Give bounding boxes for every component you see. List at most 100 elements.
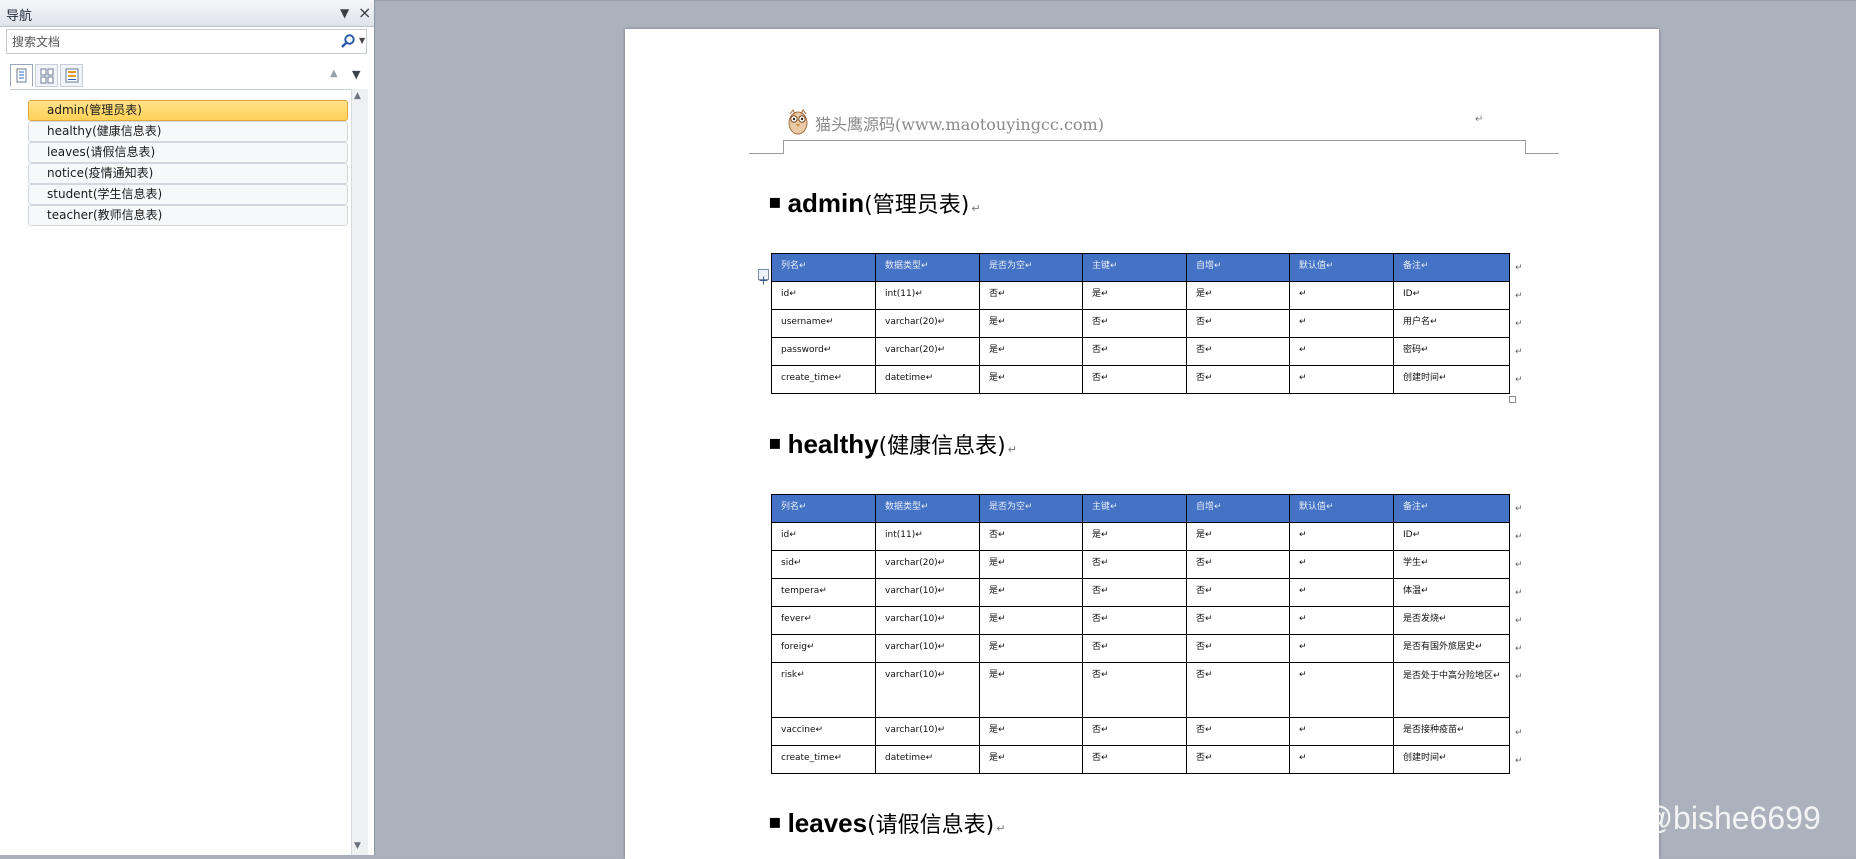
table-cell[interactable]: 是↵ [979, 662, 1083, 718]
table-cell[interactable]: int(11)↵ [875, 281, 980, 310]
table-cell[interactable]: 体温↵ [1393, 578, 1510, 607]
table-cell[interactable]: ↵ [1289, 550, 1394, 579]
table-cell[interactable]: 否↵ [1186, 606, 1290, 635]
table-cell[interactable]: 创建时间↵ [1393, 365, 1510, 394]
table-cell[interactable]: varchar(10)↵ [875, 662, 980, 718]
heading-item-notice[interactable]: notice(疫情通知表) [28, 163, 348, 184]
table-cell[interactable]: 是↵ [979, 550, 1083, 579]
table-cell[interactable]: 否↵ [1186, 634, 1290, 663]
table-cell[interactable]: 是↵ [979, 717, 1083, 746]
nav-scrollbar[interactable]: ▲ ▼ [351, 89, 368, 855]
search-box[interactable]: ▼ [6, 29, 367, 54]
healthy-table[interactable]: 列名↵ 数据类型↵ 是否为空↵ 主键↵ 自增↵ 默认值↵ 备注↵ id↵ int(… [771, 494, 1510, 774]
table-cell[interactable]: 否↵ [1082, 550, 1187, 579]
table-cell[interactable]: 学生↵ [1393, 550, 1510, 579]
table-cell[interactable]: ID↵ [1393, 281, 1510, 310]
table-cell[interactable]: varchar(10)↵ [875, 578, 980, 607]
column-header[interactable]: 默认值↵ [1289, 253, 1394, 282]
heading-item-healthy[interactable]: healthy(健康信息表) [28, 121, 348, 142]
table-cell[interactable]: 否↵ [1082, 309, 1187, 338]
section-heading-healthy[interactable]: ▪ healthy(健康信息表) ↵ [768, 428, 1017, 462]
table-cell[interactable]: ID↵ [1393, 522, 1510, 551]
next-heading-icon[interactable]: ▼ [352, 68, 360, 81]
table-cell[interactable]: ↵ [1289, 578, 1394, 607]
table-cell[interactable]: 是↵ [979, 578, 1083, 607]
column-header[interactable]: 主键↵ [1082, 494, 1187, 523]
column-header[interactable]: 默认值↵ [1289, 494, 1394, 523]
column-header[interactable]: 是否为空↵ [979, 253, 1083, 282]
table-cell[interactable]: 是↵ [979, 365, 1083, 394]
table-cell[interactable]: 否↵ [1082, 717, 1187, 746]
table-cell[interactable]: ↵ [1289, 365, 1394, 394]
table-cell[interactable]: ↵ [1289, 634, 1394, 663]
table-cell[interactable]: 是↵ [1082, 281, 1187, 310]
tab-pages[interactable] [35, 64, 58, 87]
table-cell[interactable]: 用户名↵ [1393, 309, 1510, 338]
table-resize-handle[interactable] [1509, 396, 1516, 403]
document-page[interactable]: 猫头鹰源码(www.maotouyingcc.com) ↵ ▪ admin(管理员… [625, 29, 1659, 859]
table-cell[interactable]: 是↵ [979, 606, 1083, 635]
section-heading-leaves[interactable]: ▪ leaves(请假信息表) ↵ [768, 807, 1005, 841]
table-cell[interactable]: 是否有国外旅居史↵ [1393, 634, 1510, 663]
table-cell[interactable]: ↵ [1289, 606, 1394, 635]
column-header[interactable]: 数据类型↵ [875, 494, 980, 523]
table-cell[interactable]: varchar(20)↵ [875, 309, 980, 338]
table-cell[interactable]: vaccine↵ [771, 717, 876, 746]
table-cell[interactable]: 否↵ [979, 522, 1083, 551]
table-cell[interactable]: 创建时间↵ [1393, 745, 1510, 774]
table-cell[interactable]: varchar(10)↵ [875, 606, 980, 635]
column-header[interactable]: 主键↵ [1082, 253, 1187, 282]
table-cell[interactable]: int(11)↵ [875, 522, 980, 551]
table-cell[interactable]: 否↵ [979, 281, 1083, 310]
table-cell[interactable]: password↵ [771, 337, 876, 366]
previous-heading-icon[interactable]: ▲ [330, 68, 338, 79]
table-cell[interactable]: 是否接种疫苗↵ [1393, 717, 1510, 746]
heading-item-student[interactable]: student(学生信息表) [28, 184, 348, 205]
scroll-down-icon[interactable]: ▼ [354, 841, 361, 851]
table-cell[interactable]: create_time↵ [771, 745, 876, 774]
table-cell[interactable]: sid↵ [771, 550, 876, 579]
table-cell[interactable]: 否↵ [1186, 745, 1290, 774]
table-cell[interactable]: username↵ [771, 309, 876, 338]
dropdown-triangle-icon[interactable]: ▼ [340, 6, 349, 20]
table-cell[interactable]: 否↵ [1082, 365, 1187, 394]
column-header[interactable]: 列名↵ [771, 494, 876, 523]
table-cell[interactable]: ↵ [1289, 745, 1394, 774]
table-cell[interactable]: ↵ [1289, 281, 1394, 310]
table-cell[interactable]: foreig↵ [771, 634, 876, 663]
table-cell[interactable]: id↵ [771, 522, 876, 551]
table-cell[interactable]: 密码↵ [1393, 337, 1510, 366]
table-cell[interactable]: ↵ [1289, 522, 1394, 551]
table-cell[interactable]: 是↵ [979, 634, 1083, 663]
table-cell[interactable]: ↵ [1289, 662, 1394, 718]
column-header[interactable]: 是否为空↵ [979, 494, 1083, 523]
table-cell[interactable]: 否↵ [1082, 662, 1187, 718]
table-cell[interactable]: tempera↵ [771, 578, 876, 607]
table-cell[interactable]: 否↵ [1082, 745, 1187, 774]
table-cell[interactable]: varchar(10)↵ [875, 717, 980, 746]
admin-table[interactable]: 列名↵ 数据类型↵ 是否为空↵ 主键↵ 自增↵ 默认值↵ 备注↵ id↵ int(… [771, 253, 1510, 394]
column-header[interactable]: 备注↵ [1393, 253, 1510, 282]
table-cell[interactable]: datetime↵ [875, 365, 980, 394]
table-move-handle[interactable] [758, 269, 769, 285]
search-icon[interactable] [340, 33, 356, 49]
table-cell[interactable]: 否↵ [1082, 634, 1187, 663]
table-cell[interactable]: 否↵ [1186, 337, 1290, 366]
heading-item-leaves[interactable]: leaves(请假信息表) [28, 142, 348, 163]
table-cell[interactable]: 是↵ [979, 745, 1083, 774]
table-cell[interactable]: 是↵ [1186, 522, 1290, 551]
search-options-icon[interactable]: ▼ [359, 36, 365, 45]
table-cell[interactable]: ↵ [1289, 717, 1394, 746]
table-cell[interactable]: 否↵ [1082, 606, 1187, 635]
table-cell[interactable]: 否↵ [1186, 550, 1290, 579]
close-icon[interactable]: × [358, 3, 371, 22]
table-cell[interactable]: 是否处于中高分险地区↵ [1393, 662, 1510, 718]
table-cell[interactable]: 否↵ [1082, 337, 1187, 366]
table-cell[interactable]: varchar(10)↵ [875, 634, 980, 663]
table-cell[interactable]: ↵ [1289, 309, 1394, 338]
table-cell[interactable]: 否↵ [1186, 309, 1290, 338]
table-cell[interactable]: 否↵ [1186, 717, 1290, 746]
column-header[interactable]: 自增↵ [1186, 253, 1290, 282]
heading-item-admin[interactable]: admin(管理员表) [28, 100, 348, 121]
search-input[interactable] [7, 30, 337, 53]
